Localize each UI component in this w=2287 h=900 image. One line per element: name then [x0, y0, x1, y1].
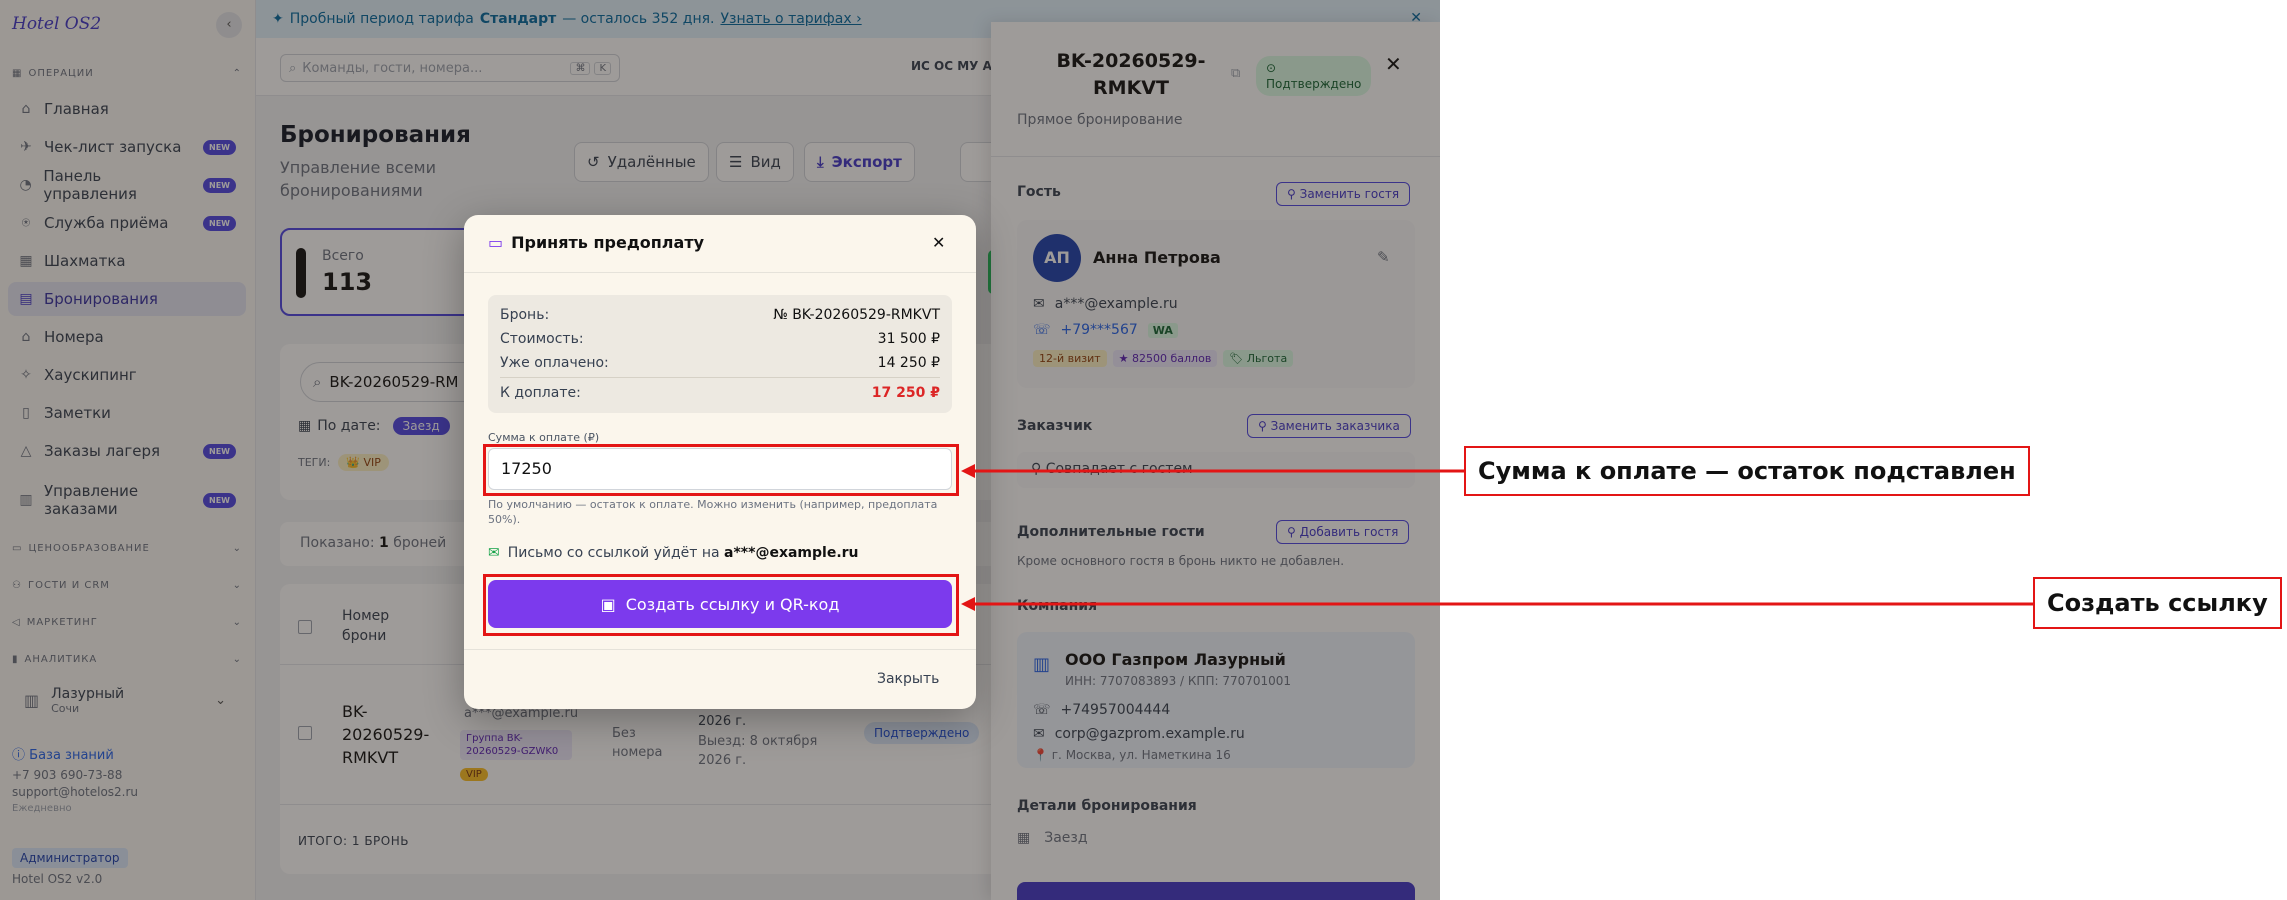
arrowhead-create	[961, 597, 975, 611]
callout-create: Создать ссылку	[2033, 577, 2282, 629]
callout-amount: Сумма к оплате — остаток подставлен	[1464, 446, 2030, 496]
arrowhead-amount	[961, 464, 975, 478]
